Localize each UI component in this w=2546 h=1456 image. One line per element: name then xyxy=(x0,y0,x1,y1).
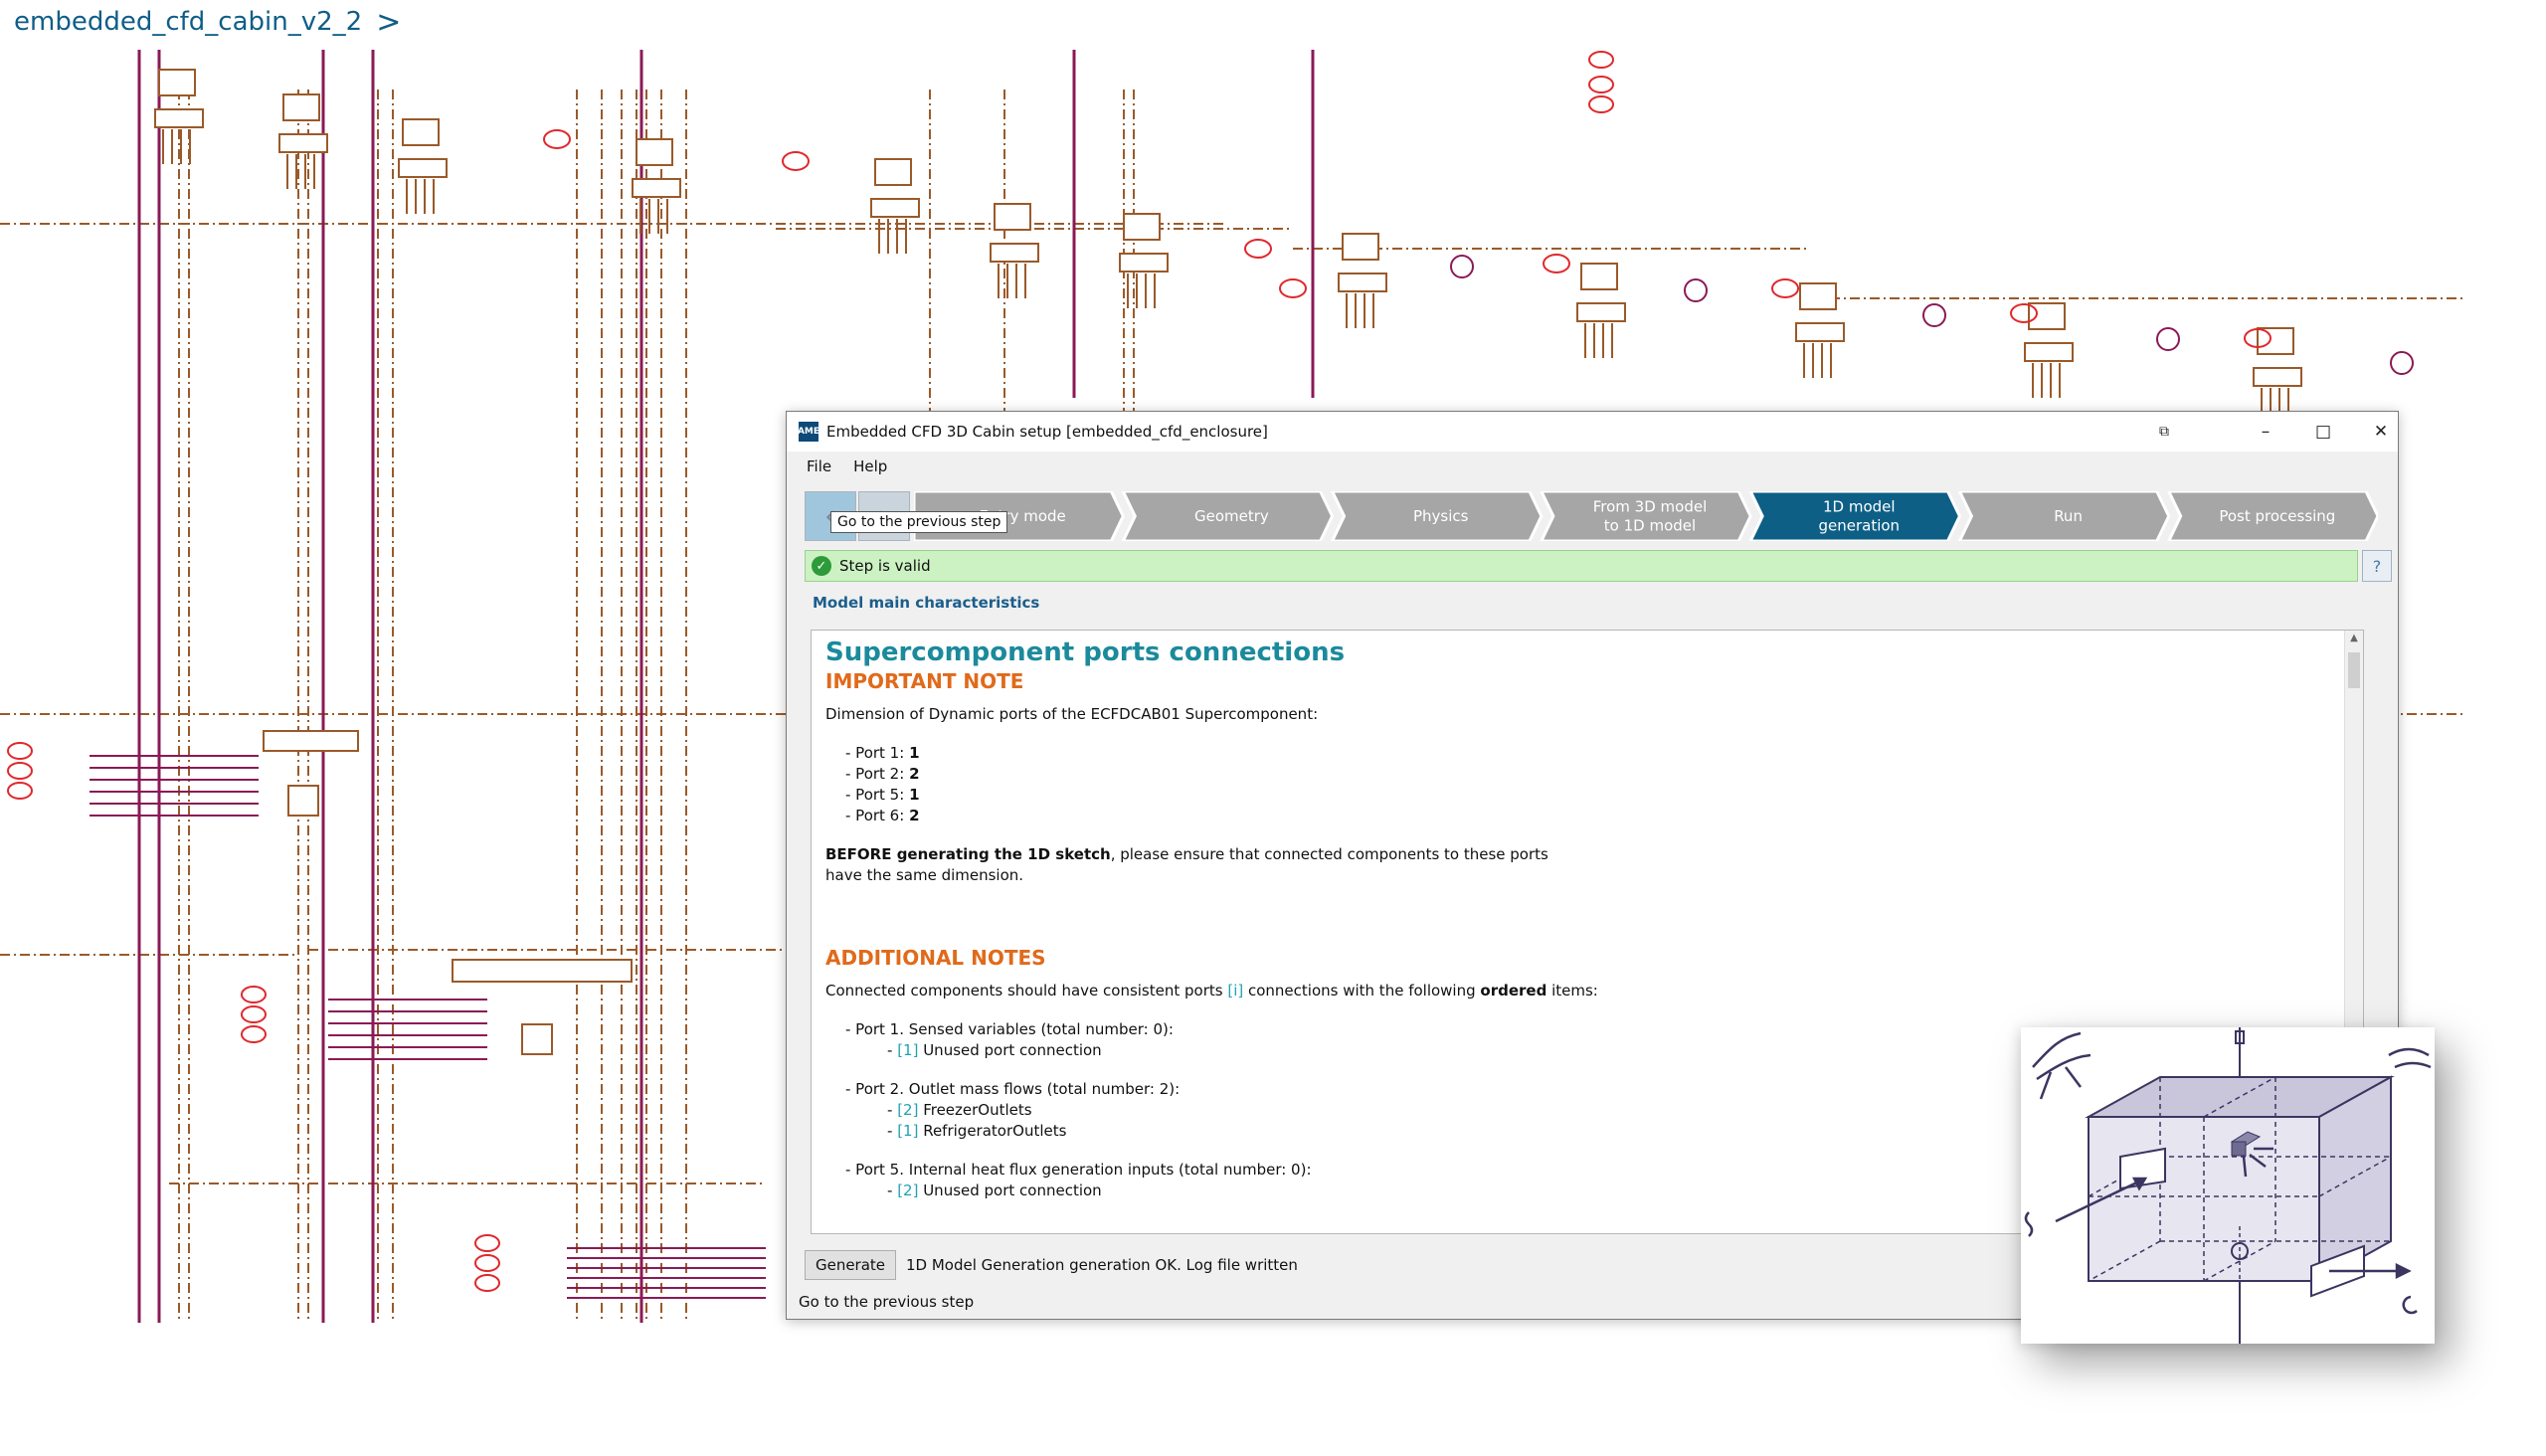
step-status-text: Step is valid xyxy=(839,557,931,575)
additional-notes-heading: ADDITIONAL NOTES xyxy=(825,946,1046,970)
app-icon: AME xyxy=(798,422,819,442)
window-title: Embedded CFD 3D Cabin setup [embedded_cf… xyxy=(826,423,1268,441)
generate-button[interactable]: Generate xyxy=(805,1250,896,1280)
scroll-up-icon[interactable]: ▲ xyxy=(2345,633,2363,648)
port-dimension-item: - Port 5: 1 xyxy=(845,786,920,804)
wizard-step-label: Run xyxy=(2054,507,2083,525)
content-title: Supercomponent ports connections xyxy=(825,637,1346,667)
wizard-step-label: 1D model xyxy=(1823,498,1896,516)
port-dimension-item: - Port 2: 2 xyxy=(845,765,920,783)
help-button[interactable]: ? xyxy=(2362,550,2392,582)
menu-help[interactable]: Help xyxy=(853,457,887,475)
before-note: BEFORE generating the 1D sketch, please … xyxy=(825,844,2323,886)
maximize-button[interactable]: □ xyxy=(2308,418,2338,446)
port-dimension-item: - Port 1: 1 xyxy=(845,744,920,762)
model-name[interactable]: embedded_cfd_cabin_v2_2 xyxy=(14,7,362,37)
cabin-box-icon xyxy=(2024,1027,2432,1344)
tooltip: Go to the previous step xyxy=(830,511,1008,533)
wizard-step-label: generation xyxy=(1818,517,1900,535)
dimension-intro: Dimension of Dynamic ports of the ECFDCA… xyxy=(825,705,1319,723)
scroll-thumb[interactable] xyxy=(2348,652,2360,688)
restore-icon[interactable]: ⧉ xyxy=(2149,418,2179,446)
status-bar: Go to the previous step xyxy=(799,1293,975,1311)
wizard-step[interactable]: Physics xyxy=(1330,491,1544,541)
wizard-step[interactable]: Run xyxy=(1957,491,2171,541)
menu-file[interactable]: File xyxy=(807,457,831,475)
before-note-line2: have the same dimension. xyxy=(825,866,1024,884)
wizard-step[interactable]: Post processing xyxy=(2167,491,2378,541)
port-dimension-list: - Port 1: 1 - Port 2: 2 - Port 5: 1 - Port … xyxy=(845,743,2323,826)
before-note-rest: , please ensure that connected component… xyxy=(1110,845,1548,863)
wizard-step-label: From 3D model xyxy=(1593,498,1708,516)
wizard-step-label: to 1D model xyxy=(1604,517,1696,535)
section-title: Model main characteristics xyxy=(813,594,1040,612)
check-icon: ✓ xyxy=(812,556,831,576)
wizard-step[interactable]: Geometry xyxy=(1121,491,1335,541)
wizard-step-label: Physics xyxy=(1413,507,1469,525)
generate-row: Generate 1D Model Generation generation … xyxy=(805,1250,1298,1280)
breadcrumb: embedded_cfd_cabin_v2_2 > xyxy=(14,2,401,42)
close-button[interactable]: ✕ xyxy=(2366,418,2396,446)
menu-bar: File Help xyxy=(787,454,887,479)
wizard-step-label: Geometry xyxy=(1194,507,1269,525)
before-note-bold: BEFORE generating the 1D sketch xyxy=(825,845,1111,863)
wizard-steps: Entry mode Geometry PhysicsFrom 3D modelto… xyxy=(914,491,2378,541)
step-valid-banner: ✓ Step is valid xyxy=(805,550,2358,582)
wizard-step[interactable]: From 3D modelto 1D model xyxy=(1540,491,1752,541)
generate-message: 1D Model Generation generation OK. Log f… xyxy=(906,1256,1298,1274)
connected-note: Connected components should have consist… xyxy=(825,982,1598,1000)
title-bar[interactable]: AME Embedded CFD 3D Cabin setup [embedde… xyxy=(787,412,2398,452)
cabin-3d-illustration xyxy=(2021,1027,2435,1344)
wizard-step[interactable]: 1D modelgeneration xyxy=(1748,491,1962,541)
minimize-button[interactable]: – xyxy=(2251,418,2280,446)
important-note-heading: IMPORTANT NOTE xyxy=(825,669,1024,693)
chevron-right-icon[interactable]: > xyxy=(376,5,401,40)
wizard-step-label: Post processing xyxy=(2219,507,2335,525)
port-dimension-item: - Port 6: 2 xyxy=(845,807,920,824)
